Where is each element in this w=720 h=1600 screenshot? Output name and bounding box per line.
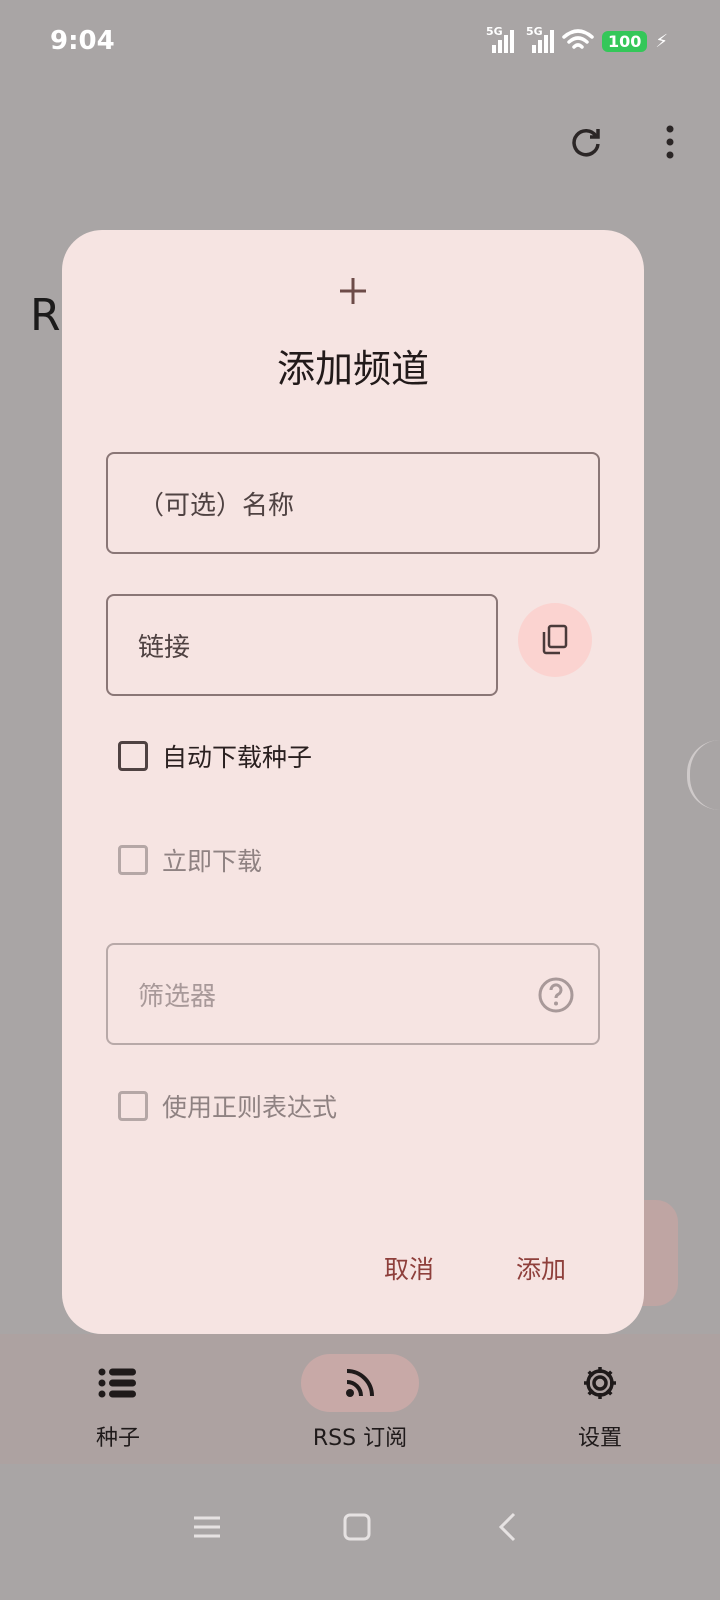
status-icons: 5G 5G 100 ⚡ — [486, 25, 668, 54]
rss-icon — [346, 1369, 374, 1397]
content-paste-icon — [542, 624, 568, 655]
link-field[interactable]: 链接 — [106, 594, 498, 696]
dialog-title: 添加频道 — [276, 347, 429, 391]
name-field[interactable]: （可选）名称 — [106, 452, 600, 554]
download-now-label: 立即下载 — [162, 847, 263, 876]
bottom-navigation: 种子 RSS 订阅 设置 — [0, 1334, 720, 1464]
nav-label: 设置 — [577, 1426, 622, 1451]
use-regex-checkbox — [118, 1091, 148, 1121]
nav-item-settings[interactable]: 设置 — [520, 1354, 680, 1452]
wifi-icon — [562, 29, 594, 49]
nav-pill — [59, 1354, 177, 1412]
menu-icon — [194, 1516, 220, 1538]
back-chevron-icon — [498, 1512, 516, 1542]
cellular-signal-icon: 5G — [526, 25, 554, 53]
page-title: R — [30, 290, 61, 341]
filter-field: 筛选器 — [106, 943, 600, 1045]
paste-button[interactable] — [518, 603, 592, 677]
filter-placeholder: 筛选器 — [138, 981, 217, 1012]
overflow-menu-button[interactable] — [648, 120, 692, 164]
gear-icon — [584, 1367, 616, 1399]
battery-indicator: 100 — [601, 30, 648, 52]
signal-2-label: 5G — [525, 25, 543, 38]
refresh-icon — [572, 128, 600, 157]
cancel-button[interactable]: 取消 — [384, 1250, 434, 1286]
refresh-button[interactable] — [564, 120, 608, 164]
add-feed-dialog: 添加频道 （可选）名称 链接 自动下载种子 立即下载 筛选器 使用正则表达式 取… — [62, 230, 644, 1334]
nav-label: RSS 订阅 — [312, 1426, 408, 1451]
link-placeholder: 链接 — [138, 632, 191, 663]
add-button[interactable]: 添加 — [516, 1250, 566, 1286]
auto-download-checkbox[interactable] — [118, 741, 148, 771]
charging-icon: ⚡ — [655, 30, 668, 52]
use-regex-row: 使用正则表达式 — [118, 1088, 337, 1124]
status-time: 9:04 — [50, 26, 115, 56]
nav-pill-active — [301, 1354, 419, 1412]
plus-icon — [340, 278, 366, 304]
recents-button[interactable] — [182, 1502, 232, 1552]
name-placeholder: （可选）名称 — [138, 490, 295, 521]
nav-item-torrents[interactable]: 种子 — [38, 1354, 198, 1452]
more-vert-icon — [666, 125, 674, 159]
nav-pill — [541, 1354, 659, 1412]
back-button[interactable] — [482, 1502, 532, 1552]
scroll-edge-decoration — [687, 740, 720, 810]
help-icon — [538, 977, 574, 1013]
auto-download-row[interactable]: 自动下载种子 — [118, 738, 312, 774]
use-regex-label: 使用正则表达式 — [162, 1093, 338, 1122]
list-icon — [98, 1368, 136, 1398]
cellular-signal-icon: 5G — [486, 25, 514, 53]
download-now-row: 立即下载 — [118, 842, 262, 878]
auto-download-label: 自动下载种子 — [162, 743, 313, 772]
status-bar: 9:04 5G 5G 100 ⚡ — [0, 0, 720, 86]
home-button[interactable] — [332, 1502, 382, 1552]
nav-item-rss[interactable]: RSS 订阅 — [280, 1354, 440, 1452]
nav-label: 种子 — [95, 1426, 140, 1451]
home-square-icon — [343, 1513, 371, 1541]
signal-1-label: 5G — [485, 25, 503, 38]
app-bar-actions — [564, 120, 692, 164]
system-navigation-bar — [0, 1464, 720, 1600]
download-now-checkbox — [118, 845, 148, 875]
